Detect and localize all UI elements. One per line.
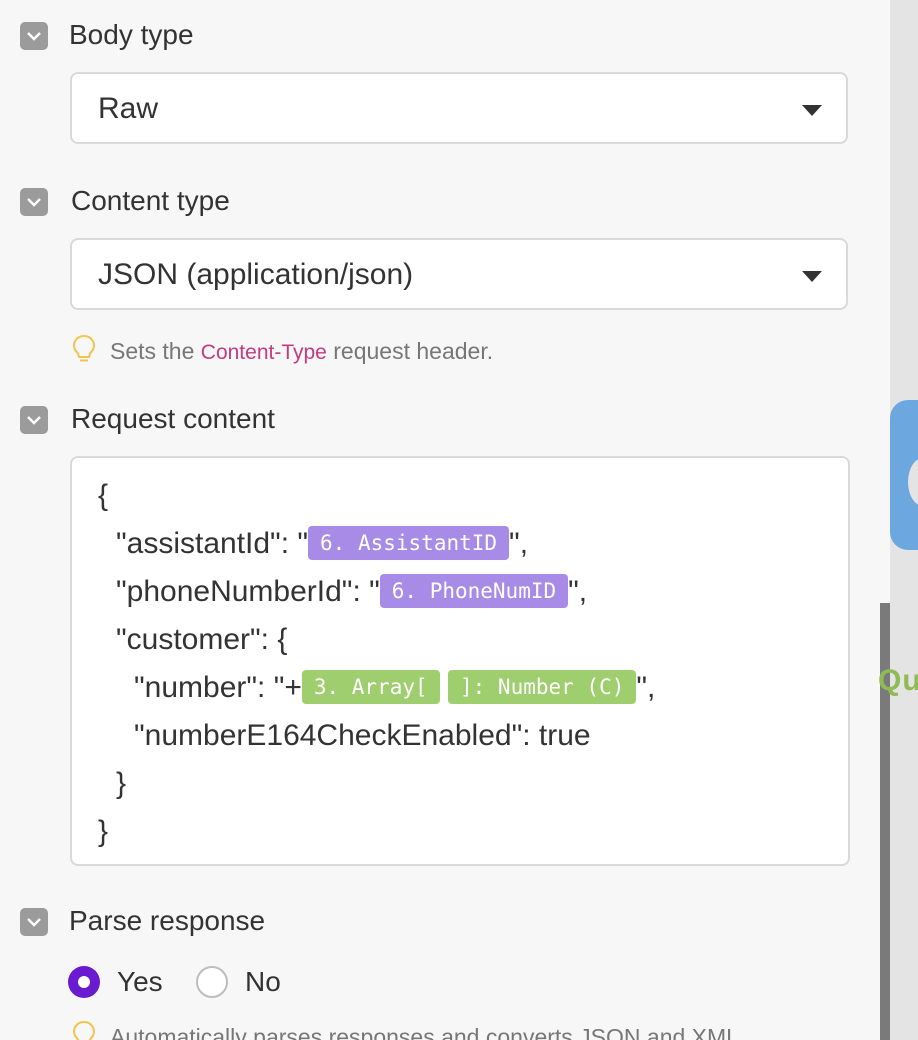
code-line-customer: "customer": { (116, 623, 288, 656)
hint-prefix: Sets the (110, 338, 195, 364)
code-line-close-brace-inner: } (116, 767, 127, 800)
chevron-down-icon (27, 918, 41, 927)
code-text: "assistantId": " (116, 527, 309, 560)
content-type-value: JSON (application/json) (98, 258, 414, 291)
module-gear-icon[interactable] (890, 400, 918, 550)
module-label-partial: Qu (878, 664, 918, 697)
body-type-value: Raw (98, 92, 159, 125)
parse-response-label: Parse response (69, 905, 266, 936)
array-token[interactable]: 3. Array[ (301, 670, 440, 704)
body-type-collapse-toggle[interactable] (20, 22, 48, 50)
code-text: "phoneNumberId": " (116, 575, 380, 608)
parse-response-no-label[interactable]: No (245, 966, 281, 998)
settings-panel: Body type Raw Content type JSON (applica… (0, 0, 890, 1040)
number-c-token[interactable]: ]: Number (C) (448, 670, 637, 704)
code-text: ", (509, 527, 529, 560)
code-line-number: "number": "+ 3. Array[ ]: Number (C) ", (134, 670, 655, 706)
lightbulb-icon (72, 1020, 96, 1040)
chevron-down-icon (27, 416, 41, 425)
lightbulb-icon (72, 334, 96, 362)
body-type-select[interactable]: Raw (70, 72, 848, 144)
code-text: ", (568, 575, 588, 608)
parse-response-yes-label[interactable]: Yes (117, 966, 163, 998)
parse-response-yes-radio[interactable] (68, 966, 100, 998)
content-type-select[interactable]: JSON (application/json) (70, 238, 848, 310)
code-line-e164-check: "numberE164CheckEnabled": true (134, 719, 591, 752)
request-content-collapse-toggle[interactable] (20, 406, 48, 434)
caret-down-icon (802, 271, 822, 282)
parse-response-no-radio[interactable] (196, 966, 228, 998)
hint-suffix: request header. (333, 338, 494, 364)
content-type-label: Content type (71, 185, 230, 216)
chevron-down-icon (27, 32, 41, 41)
code-text: "number": "+ (134, 671, 302, 704)
code-line-assistant-id: "assistantId": " 6. AssistantID ", (116, 526, 528, 562)
chevron-down-icon (27, 198, 41, 207)
request-content-editor[interactable]: { "assistantId": " 6. AssistantID ", "phon… (70, 456, 850, 866)
body-type-label: Body type (69, 19, 194, 50)
code-line-phone-number-id: "phoneNumberId": " 6. PhoneNumID ", (116, 574, 587, 610)
request-content-label: Request content (71, 403, 275, 434)
page: Body type Raw Content type JSON (applica… (0, 0, 918, 1040)
assistant-id-token[interactable]: 6. AssistantID (308, 526, 510, 560)
code-line-open-brace: { (98, 479, 109, 512)
hint-code: Content-Type (200, 341, 327, 364)
parse-response-collapse-toggle[interactable] (20, 908, 48, 936)
content-type-collapse-toggle[interactable] (20, 188, 48, 216)
phone-num-id-token[interactable]: 6. PhoneNumID (379, 574, 569, 608)
canvas-area (890, 0, 918, 1040)
code-line-close-brace: } (98, 815, 109, 848)
code-text: ", (636, 671, 656, 704)
parse-response-hint-text: Automatically parses responses and conve… (110, 1024, 739, 1040)
content-type-hint: Sets the Content-Type request header. (72, 334, 493, 367)
caret-down-icon (802, 105, 822, 116)
parse-response-hint: Automatically parses responses and conve… (72, 1020, 739, 1040)
